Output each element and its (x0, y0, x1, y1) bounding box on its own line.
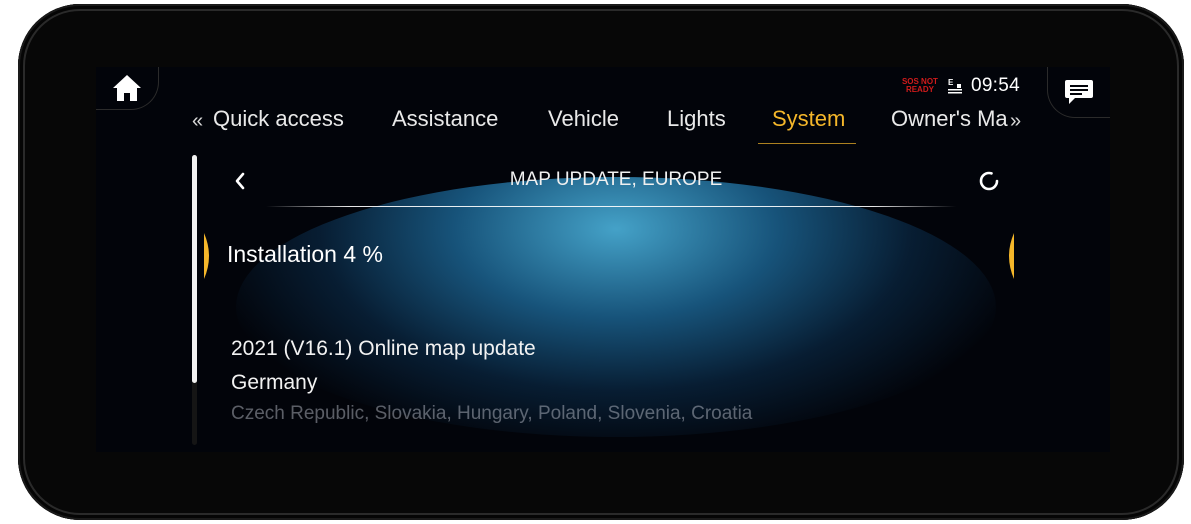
tab-owners-manual[interactable]: Owner's Ma (891, 106, 1008, 132)
connectivity-icon: E (947, 78, 962, 94)
tab-assistance[interactable]: Assistance (392, 106, 498, 132)
update-info: 2021 (V16.1) Online map update Germany C… (231, 332, 752, 428)
sos-status-indicator: SOS NOT READY (901, 78, 939, 94)
header-divider (266, 206, 956, 207)
selection-accent-right (1009, 233, 1014, 279)
clock: 09:54 (970, 75, 1020, 96)
page-title: MAP UPDATE, EUROPE (509, 169, 723, 190)
page-header: MAP UPDATE, EUROPE (216, 162, 1016, 202)
tab-system[interactable]: System (772, 106, 845, 132)
home-button[interactable] (96, 67, 159, 110)
head-unit-screen: SOS NOT READY E 09:54 « Quick access Ass… (96, 67, 1110, 452)
status-bar: SOS NOT READY E 09:54 (901, 75, 1020, 97)
tabs-next-arrow[interactable]: » (1010, 110, 1021, 133)
tab-quick-access[interactable]: Quick access (213, 106, 344, 132)
active-tab-indicator (758, 143, 856, 144)
scrollbar-thumb[interactable] (192, 155, 197, 383)
tab-vehicle[interactable]: Vehicle (548, 106, 619, 132)
selection-accent-left (204, 233, 209, 279)
tab-bar: « Quick access Assistance Vehicle Lights… (192, 102, 1030, 144)
tabs-prev-arrow[interactable]: « (192, 110, 203, 133)
loading-spinner-icon (979, 171, 999, 191)
update-name: 2021 (V16.1) Online map update (231, 337, 536, 360)
messages-button[interactable] (1047, 67, 1110, 118)
update-region-secondary: Czech Republic, Slovakia, Hungary, Polan… (231, 403, 753, 424)
sos-status-line2: READY (905, 85, 934, 94)
installation-status-label: Installation 4 % (227, 241, 383, 267)
installation-progress-item[interactable]: Installation 4 % (204, 229, 1014, 285)
svg-text:E: E (948, 78, 954, 87)
message-icon (1065, 80, 1093, 104)
update-region-primary: Germany (231, 371, 318, 394)
home-icon (113, 75, 141, 101)
tab-lights[interactable]: Lights (667, 106, 726, 132)
scrollbar[interactable] (192, 155, 197, 445)
